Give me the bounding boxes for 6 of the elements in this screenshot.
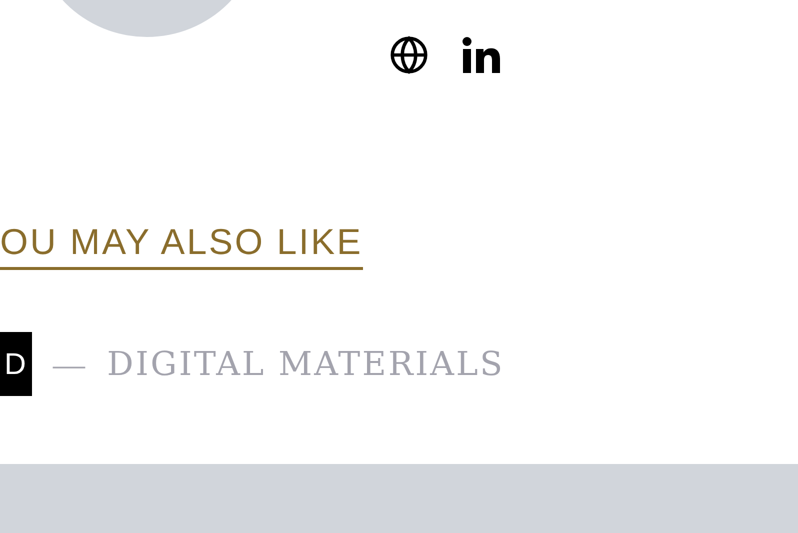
dash: — — [53, 345, 85, 384]
section-heading: OU MAY ALSO LIKE — [0, 219, 363, 270]
tag-label[interactable]: D — [0, 332, 32, 396]
linkedin-icon[interactable] — [462, 36, 500, 72]
category-label: DIGITAL MATERIALS — [107, 343, 504, 386]
globe-icon[interactable] — [389, 34, 429, 74]
